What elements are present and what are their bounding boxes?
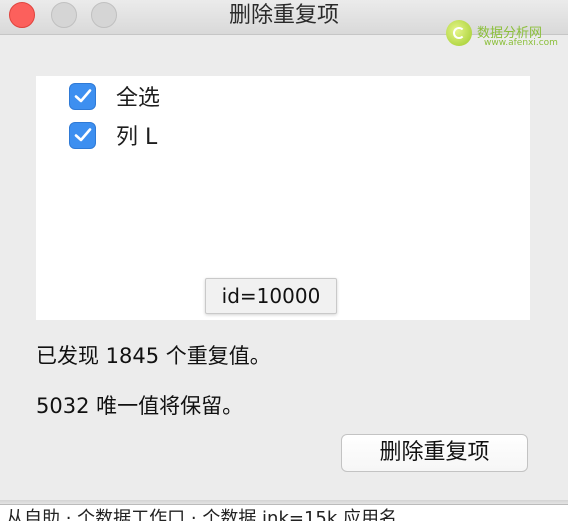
- select-all-checkbox[interactable]: [69, 82, 96, 110]
- background-document-strip: 从自助 · 个数据工作口 · 个数据 ink=15k 应用名: [0, 504, 568, 521]
- column-l-row[interactable]: 列 L: [69, 120, 157, 150]
- select-all-label: 全选: [116, 86, 161, 111]
- remove-duplicates-dialog: 删除重复项 数据分析网 www.afenxi.com 全选 列 L id=100…: [0, 0, 568, 508]
- duplicates-found-text: 已发现 1845 个重复值。: [36, 344, 271, 368]
- checkmark-icon: [74, 89, 91, 103]
- column-list: 全选 列 L id=10000: [36, 76, 530, 320]
- unique-values-text: 5032 唯一值将保留。: [36, 394, 244, 418]
- remove-duplicates-button[interactable]: 删除重复项: [341, 434, 528, 472]
- checkmark-icon: [74, 128, 91, 142]
- watermark-logo-icon: [446, 20, 472, 46]
- column-l-checkbox[interactable]: [69, 121, 96, 149]
- select-all-row[interactable]: 全选: [69, 81, 160, 111]
- watermark-url: www.afenxi.com: [484, 38, 558, 48]
- column-l-label: 列 L: [116, 125, 158, 150]
- site-watermark: 数据分析网 www.afenxi.com: [446, 20, 558, 48]
- background-document-text: 从自助 · 个数据工作口 · 个数据 ink=15k 应用名: [6, 508, 398, 521]
- column-tooltip: id=10000: [205, 278, 337, 314]
